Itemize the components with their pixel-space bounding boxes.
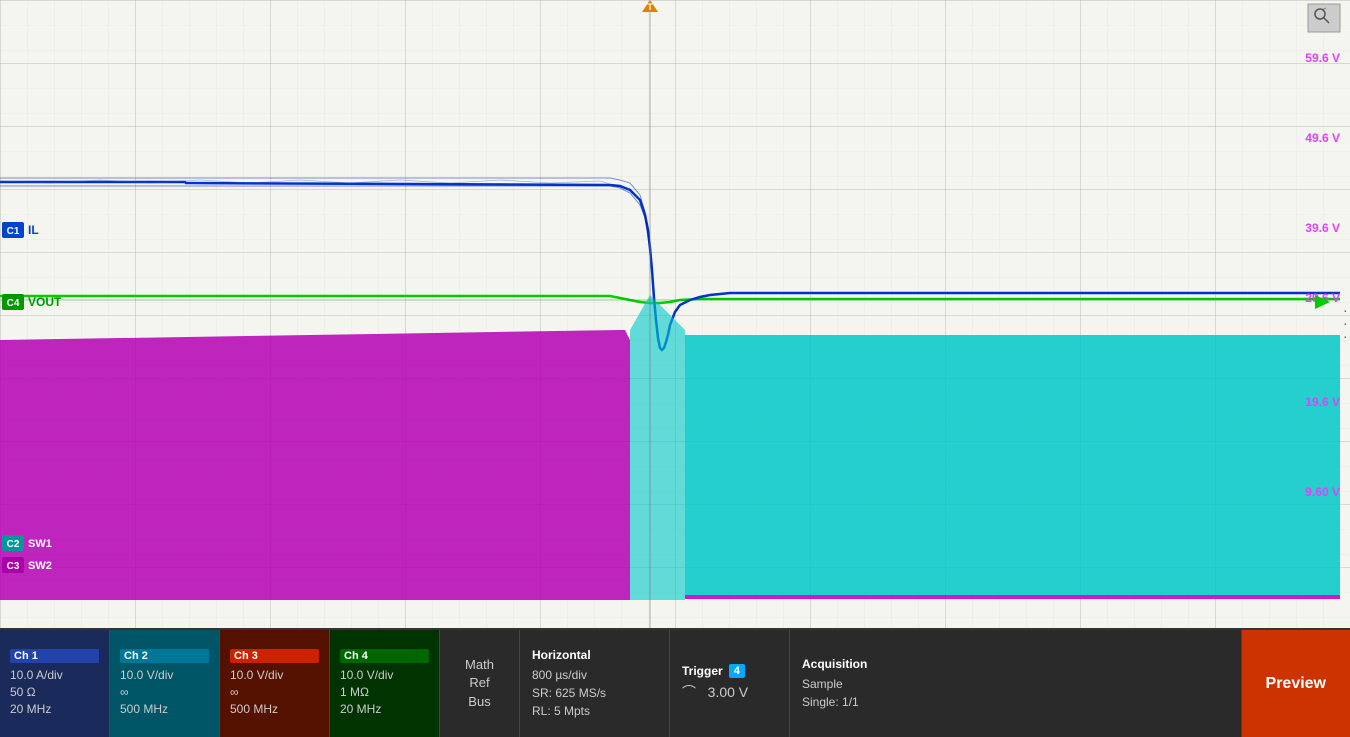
bottom-panel: Ch 1 10.0 A/div 50 Ω 20 MHz Ch 2 10.0 V/… xyxy=(0,630,1350,737)
svg-text:·: · xyxy=(1343,302,1348,318)
math-label: Math xyxy=(465,656,494,674)
svg-text:SW2: SW2 xyxy=(28,560,52,572)
ch4-impedance: 1 MΩ xyxy=(340,684,429,701)
svg-text:C1: C1 xyxy=(7,226,20,237)
ch3-bw: 500 MHz xyxy=(230,701,319,718)
svg-text:·: · xyxy=(1343,315,1348,331)
horizontal-info: Horizontal 800 µs/div SR: 625 MS/s RL: 5… xyxy=(520,630,670,737)
sample-rate: SR: 625 MS/s xyxy=(532,684,657,702)
ch3-impedance: ∞ xyxy=(230,684,319,701)
trigger-title: Trigger xyxy=(682,664,723,678)
horizontal-title: Horizontal xyxy=(532,648,657,662)
ch1-info[interactable]: Ch 1 10.0 A/div 50 Ω 20 MHz xyxy=(0,630,110,737)
ch4-info[interactable]: Ch 4 10.0 V/div 1 MΩ 20 MHz xyxy=(330,630,440,737)
preview-button[interactable]: Preview xyxy=(1242,630,1350,737)
ch1-bw: 20 MHz xyxy=(10,701,99,718)
ch3-info[interactable]: Ch 3 10.0 V/div ∞ 500 MHz xyxy=(220,630,330,737)
svg-text:C3: C3 xyxy=(7,561,20,572)
ch4-scale: 10.0 V/div xyxy=(340,667,429,684)
trigger-symbol: ⌒ 3.00 V xyxy=(682,682,777,703)
svg-text:19.6 V: 19.6 V xyxy=(1305,395,1340,409)
svg-text:VOUT: VOUT xyxy=(28,295,62,309)
ch4-header: Ch 4 xyxy=(340,649,429,663)
svg-text:SW1: SW1 xyxy=(28,538,52,550)
ch2-info[interactable]: Ch 2 10.0 V/div ∞ 500 MHz xyxy=(110,630,220,737)
ch2-impedance: ∞ xyxy=(120,684,209,701)
svg-text:59.6 V: 59.6 V xyxy=(1305,51,1340,65)
svg-text:49.6 V: 49.6 V xyxy=(1305,131,1340,145)
ch2-scale: 10.0 V/div xyxy=(120,667,209,684)
svg-text:29.6 V: 29.6 V xyxy=(1305,291,1340,305)
ch1-impedance: 50 Ω xyxy=(10,684,99,701)
svg-text:C4: C4 xyxy=(7,298,20,309)
svg-text:39.6 V: 39.6 V xyxy=(1305,221,1340,235)
bus-label: Bus xyxy=(468,693,490,711)
time-div: 800 µs/div xyxy=(532,666,657,684)
trigger-info: Trigger 4 ⌒ 3.00 V xyxy=(670,630,790,737)
svg-text:IL: IL xyxy=(28,223,39,237)
ch1-header: Ch 1 xyxy=(10,649,99,663)
ch3-scale: 10.0 V/div xyxy=(230,667,319,684)
acquisition-title: Acquisition xyxy=(802,657,1229,671)
ch2-bw: 500 MHz xyxy=(120,701,209,718)
acquisition-info: Acquisition Sample Single: 1/1 xyxy=(790,630,1242,737)
ref-label: Ref xyxy=(469,674,489,692)
scope-screen: C1 IL C4 VOUT C2 SW1 C3 SW2 59.6 V 49.6 … xyxy=(0,0,1350,630)
svg-text:T: T xyxy=(647,2,653,12)
svg-text:9.60 V: 9.60 V xyxy=(1305,485,1340,499)
trigger-title-row: Trigger 4 xyxy=(682,664,777,678)
svg-text:C2: C2 xyxy=(7,539,20,550)
svg-text:·: · xyxy=(1343,328,1348,344)
acquisition-detail: Single: 1/1 xyxy=(802,693,1229,711)
ch3-header: Ch 3 xyxy=(230,649,319,663)
ch4-bw: 20 MHz xyxy=(340,701,429,718)
acquisition-mode: Sample xyxy=(802,675,1229,693)
trigger-channel-badge: 4 xyxy=(729,664,745,678)
ch1-scale: 10.0 A/div xyxy=(10,667,99,684)
record-length: RL: 5 Mpts xyxy=(532,702,657,720)
ch2-header: Ch 2 xyxy=(120,649,209,663)
math-ref-bus-btn[interactable]: Math Ref Bus xyxy=(440,630,520,737)
